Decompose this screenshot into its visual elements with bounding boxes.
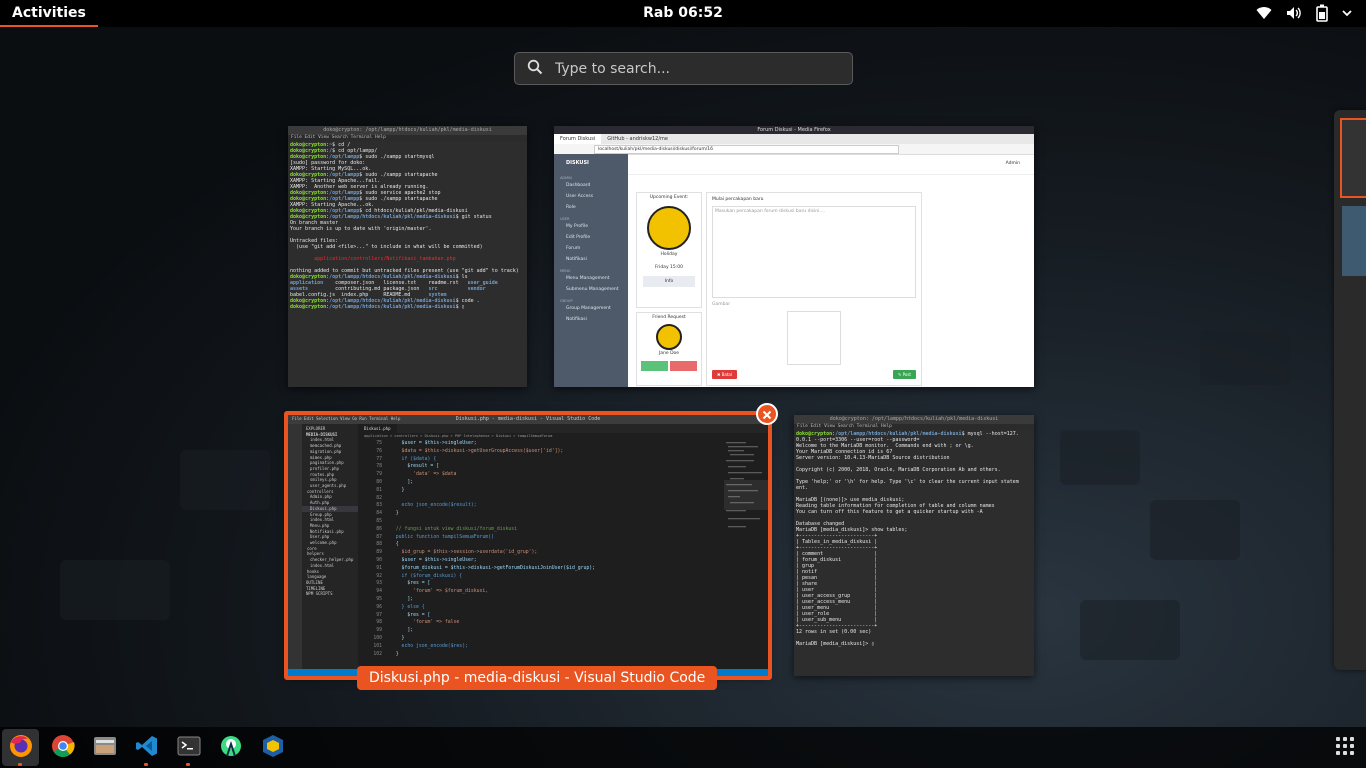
- url-field[interactable]: localhost/kuliah/pkl/media-diskusi/disku…: [594, 144, 899, 154]
- browser-tabs: Forum Diskusi GitHub - andriskw12/me: [554, 134, 1034, 144]
- close-window-button[interactable]: [756, 403, 778, 425]
- terminal-window-thumbnail[interactable]: doko@crypton: /opt/lampp/htdocs/kuliah/p…: [288, 126, 527, 387]
- user-name[interactable]: Admin: [1006, 161, 1020, 166]
- wifi-icon[interactable]: [1256, 6, 1272, 20]
- firefox-window-thumbnail[interactable]: Forum Diskusi - Media Firefox Forum Disk…: [554, 126, 1034, 387]
- sidebar-item[interactable]: User Access: [554, 191, 628, 202]
- dock-vscode[interactable]: [128, 729, 165, 766]
- background-key: [180, 450, 270, 510]
- logo-image: [647, 206, 691, 250]
- sidebar-item[interactable]: Menu Management: [554, 273, 628, 284]
- dock-terminal[interactable]: [170, 729, 207, 766]
- sidebar-section: MENU: [560, 269, 571, 273]
- event-card: Upcoming Event: Holiday Friday 15:00 Inf…: [636, 192, 702, 308]
- sidebar-section: GROUP: [560, 299, 573, 303]
- event-card-title: Upcoming Event:: [649, 195, 689, 200]
- new-post-card: Mulai percakapan baru Masukan percakapan…: [706, 192, 922, 386]
- sidebar-item[interactable]: Notifikasi: [554, 254, 628, 265]
- window-title: Forum Diskusi - Media Firefox: [554, 126, 1034, 134]
- terminal-icon: [177, 736, 201, 760]
- post-textarea[interactable]: Masukan percakapan forum diskusi baru di…: [712, 206, 916, 298]
- sidebar-item[interactable]: Group Management: [554, 303, 628, 314]
- dock-files[interactable]: [86, 729, 123, 766]
- workspace-switcher[interactable]: [1334, 110, 1366, 670]
- background-key: [1060, 430, 1140, 485]
- running-indicator: [186, 763, 190, 766]
- workspace-thumbnail[interactable]: [1342, 206, 1366, 276]
- event-name: Holiday: [660, 252, 678, 257]
- avatar: [656, 324, 682, 350]
- cancel-button[interactable]: ✖ Batal: [712, 370, 737, 379]
- background-key: [1200, 330, 1290, 385]
- browser-tab[interactable]: Forum Diskusi: [554, 134, 602, 144]
- window-caption: Diskusi.php - media-diskusi - Visual Stu…: [357, 666, 718, 690]
- dock-firefox[interactable]: [2, 729, 39, 766]
- android-studio-icon: [219, 734, 243, 762]
- running-indicator: [144, 763, 148, 766]
- search-box[interactable]: [514, 52, 853, 85]
- chevron-down-icon[interactable]: [1342, 9, 1352, 17]
- workspace-thumbnail-active[interactable]: [1340, 118, 1366, 198]
- dock-virtualbox[interactable]: [254, 729, 291, 766]
- sidebar-item[interactable]: Edit Profile: [554, 232, 628, 243]
- image-upload[interactable]: [787, 311, 841, 365]
- files-icon: [93, 735, 117, 761]
- search-icon: [515, 59, 553, 79]
- top-bar: Activities Rab 06:52: [0, 0, 1366, 27]
- info-button[interactable]: Info: [643, 276, 695, 287]
- firefox-icon: [8, 733, 34, 763]
- search-input[interactable]: [553, 59, 827, 78]
- sidebar-item[interactable]: Notifikasi: [554, 314, 628, 325]
- clock-container: Rab 06:52: [0, 0, 1366, 27]
- friend-card-title: Friend Request: [652, 315, 686, 320]
- sidebar-item[interactable]: My Profile: [554, 221, 628, 232]
- sidebar-section: USER: [560, 217, 570, 221]
- terminal-output: doko@crypton:~$ cd / doko@crypton:/$ cd …: [290, 142, 519, 310]
- sidebar-item[interactable]: Dashboard: [554, 180, 628, 191]
- running-indicator: [18, 763, 22, 766]
- sidebar-item[interactable]: Role: [554, 202, 628, 213]
- volume-icon[interactable]: [1286, 6, 1302, 20]
- dock: [0, 727, 1366, 768]
- window-title: doko@crypton: /opt/lampp/htdocs/kuliah/p…: [794, 415, 1034, 424]
- friend-name: Jane Doe: [658, 351, 680, 356]
- window-title: doko@crypton: /opt/lampp/htdocs/kuliah/p…: [288, 126, 527, 135]
- terminal-output: doko@crypton:/opt/lampp/htdocs/kuliah/pk…: [796, 431, 1019, 647]
- sidebar-item[interactable]: Submenu Management: [554, 284, 628, 295]
- friend-request-card: Friend Request Jane Doe: [636, 312, 702, 386]
- show-apps-icon[interactable]: [1336, 737, 1354, 755]
- sidebar-section: ADMIN: [560, 176, 572, 180]
- dock-chrome[interactable]: [44, 729, 81, 766]
- dock-android-studio[interactable]: [212, 729, 249, 766]
- background-key: [1080, 600, 1180, 660]
- activities-button[interactable]: Activities: [0, 0, 98, 27]
- vscode-icon: [135, 734, 159, 762]
- terminal-window-thumbnail[interactable]: doko@crypton: /opt/lampp/htdocs/kuliah/p…: [794, 415, 1034, 676]
- event-date: Friday 15:00: [654, 265, 684, 270]
- reject-button[interactable]: [670, 361, 697, 371]
- background-key: [60, 560, 170, 620]
- app-sidebar: DISKUSI ADMIN Dashboard User Access Role…: [554, 154, 628, 387]
- image-label: Gambar: [712, 302, 731, 307]
- app-topnav: Admin: [628, 154, 1034, 175]
- close-icon: [762, 405, 772, 424]
- accept-button[interactable]: [641, 361, 668, 371]
- selection-border: [284, 411, 772, 680]
- battery-icon[interactable]: [1316, 4, 1328, 22]
- post-title: Mulai percakapan baru: [712, 197, 764, 202]
- system-tray[interactable]: [1256, 4, 1352, 22]
- post-button[interactable]: ✎ Post: [893, 370, 916, 379]
- clock[interactable]: Rab 06:52: [643, 5, 723, 21]
- sidebar-item[interactable]: Forum: [554, 243, 628, 254]
- background-key: [1150, 500, 1240, 560]
- virtualbox-icon: [261, 734, 285, 762]
- chrome-icon: [51, 734, 75, 762]
- browser-tab[interactable]: GitHub - andriskw12/me: [601, 134, 674, 144]
- brand: DISKUSI: [566, 160, 589, 166]
